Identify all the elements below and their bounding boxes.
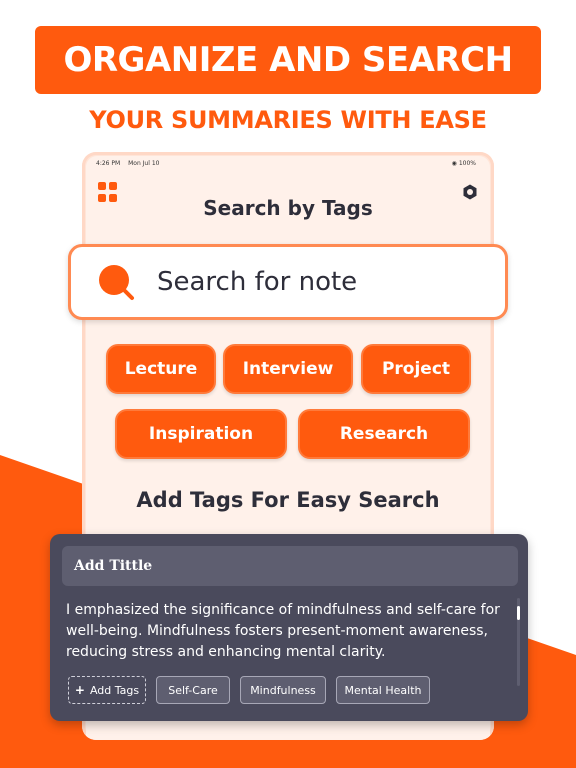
note-card: Add Tittle I emphasized the significance… [50,534,528,721]
page-title: Search by Tags [203,196,373,220]
headline-text: ORGANIZE AND SEARCH [63,40,513,80]
scrollbar-thumb[interactable] [517,606,520,620]
search-placeholder: Search for note [157,267,358,297]
search-icon [99,265,134,300]
tag-inspiration-button[interactable]: Inspiration [115,409,287,459]
note-body-text[interactable]: I emphasized the significance of mindful… [66,600,506,663]
status-battery: 100% [458,160,476,167]
plus-icon: + [74,683,85,697]
wifi-icon: ◉ [451,160,457,167]
note-scrollbar[interactable] [517,598,520,686]
note-title-input[interactable]: Add Tittle [62,546,518,586]
section-heading: Add Tags For Easy Search [136,488,440,512]
tag-chip-mental-health[interactable]: Mental Health [336,676,430,704]
note-title-placeholder: Add Tittle [74,558,153,574]
tag-interview-button[interactable]: Interview [223,344,353,394]
add-tags-label: Add Tags [89,683,140,697]
tag-chip-self-care[interactable]: Self-Care [156,676,230,704]
tag-project-button[interactable]: Project [361,344,471,394]
search-input[interactable]: Search for note [68,244,508,320]
status-bar: 4:26 PM Mon Jul 10 ◉ 100% [96,160,476,172]
tag-chip-mindfulness[interactable]: Mindfulness [240,676,326,704]
status-date: Mon Jul 10 [128,160,160,167]
add-tags-button[interactable]: + Add Tags [68,676,146,704]
status-time: 4:26 PM [96,160,121,167]
tag-research-button[interactable]: Research [298,409,470,459]
subheadline: YOUR SUMMARIES WITH EASE [89,106,487,134]
headline-banner: ORGANIZE AND SEARCH [35,26,541,94]
tag-lecture-button[interactable]: Lecture [106,344,216,394]
